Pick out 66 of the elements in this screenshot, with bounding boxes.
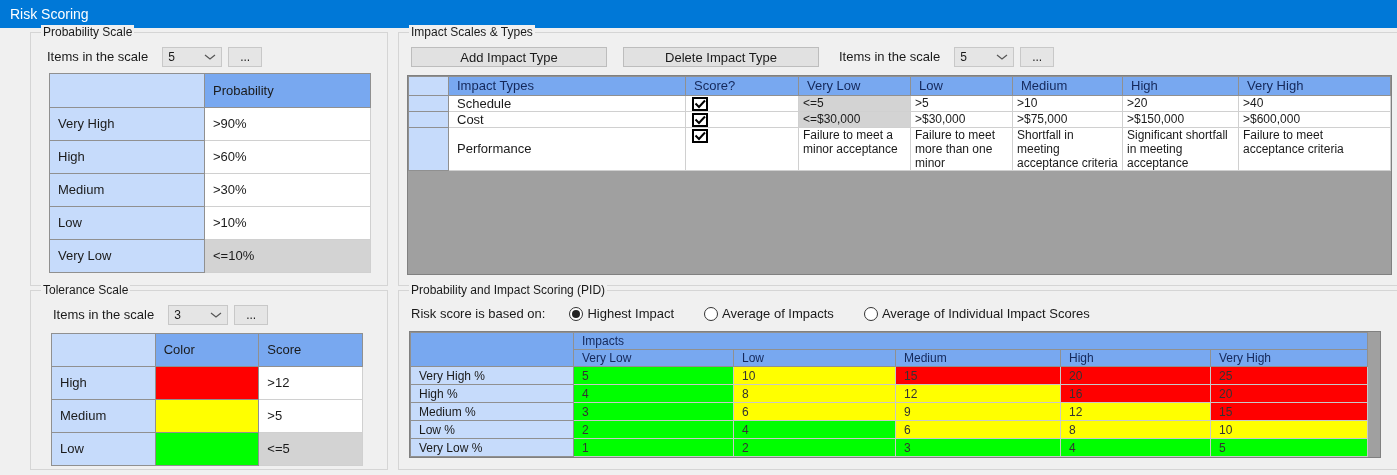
more-button[interactable]: ... [234, 305, 269, 325]
items-dropdown[interactable]: 3 [168, 305, 229, 325]
table-cell[interactable]: Failure to meet a minor acceptance [798, 127, 911, 171]
radio-button[interactable] [704, 307, 719, 321]
table-cell[interactable]: >10% [204, 206, 371, 240]
radio-option[interactable]: Average of Individual Impact Scores [863, 304, 1090, 324]
row-header: High [51, 366, 156, 400]
chevron-down-icon [210, 311, 223, 319]
column-header: Impacts [573, 332, 1368, 350]
column-header: Medium [1012, 76, 1123, 96]
table-cell[interactable]: <=5 [258, 432, 363, 466]
table-cell[interactable]: >90% [204, 107, 371, 141]
window-title: Risk Scoring [10, 4, 89, 24]
more-button[interactable]: ... [228, 47, 263, 67]
checkbox[interactable] [692, 97, 708, 111]
row-header: Very Low [49, 239, 205, 273]
radio-button[interactable] [569, 307, 584, 321]
color-swatch[interactable] [155, 432, 259, 466]
action-button[interactable]: Delete Impact Type [623, 47, 819, 67]
table-cell[interactable]: Failure to meet more than one minor [910, 127, 1013, 171]
radio-button[interactable] [863, 307, 878, 321]
table-cell[interactable]: Failure to meet acceptance criteria [1238, 127, 1391, 171]
table-cell[interactable]: Performance [448, 127, 686, 171]
row-header: Medium [49, 173, 205, 207]
checkbox[interactable] [692, 129, 708, 143]
column-header: Impact Types [448, 76, 686, 96]
column-header: Color [155, 333, 259, 367]
radio-group-label: Risk score is based on: [411, 305, 546, 324]
column-header: Very High [1238, 76, 1391, 96]
row-header: Medium [51, 399, 156, 433]
items-label: Items in the scale [53, 306, 155, 325]
table-cell[interactable]: >5 [258, 399, 363, 433]
chevron-down-icon [204, 53, 217, 61]
radio-option[interactable]: Highest Impact [569, 304, 675, 324]
color-swatch[interactable] [155, 399, 259, 433]
action-button[interactable]: Add Impact Type [411, 47, 607, 67]
row-header: Low [49, 206, 205, 240]
group-title: Probability and Impact Scoring (PID) [409, 283, 608, 298]
row-header: High [49, 140, 205, 174]
column-header: Score? [685, 76, 799, 96]
radio-option[interactable]: Average of Impacts [704, 304, 834, 324]
table-cell[interactable]: >30% [204, 173, 371, 207]
color-swatch[interactable] [155, 366, 259, 400]
column-header: Low [910, 76, 1013, 96]
items-label: Items in the scale [839, 48, 941, 67]
table-cell[interactable]: Significant shortfall in meeting acceptance [1122, 127, 1239, 171]
checkbox[interactable] [692, 113, 708, 127]
row-header-cell [408, 76, 449, 96]
column-header: Score [258, 333, 363, 367]
group-title: Impact Scales & Types [409, 25, 535, 40]
chevron-down-icon [996, 53, 1009, 61]
table-cell[interactable]: >12 [258, 366, 363, 400]
table-cell[interactable]: >60% [204, 140, 371, 174]
table-cell[interactable]: <=10% [204, 239, 371, 273]
group-title: Probability Scale [41, 25, 135, 40]
items-dropdown[interactable]: 5 [162, 47, 223, 67]
column-header: High [1122, 76, 1239, 96]
row-header: Low [51, 432, 156, 466]
table-cell[interactable]: Shortfall in meeting acceptance criteria [1012, 127, 1123, 171]
column-header: Probability [204, 73, 371, 108]
items-label: Items in the scale [47, 48, 149, 67]
column-header: Very Low [798, 76, 911, 96]
items-dropdown[interactable]: 5 [954, 47, 1015, 67]
row-header-cell [408, 127, 449, 171]
row-header: Very High [49, 107, 205, 141]
more-button[interactable]: ... [1020, 47, 1055, 67]
